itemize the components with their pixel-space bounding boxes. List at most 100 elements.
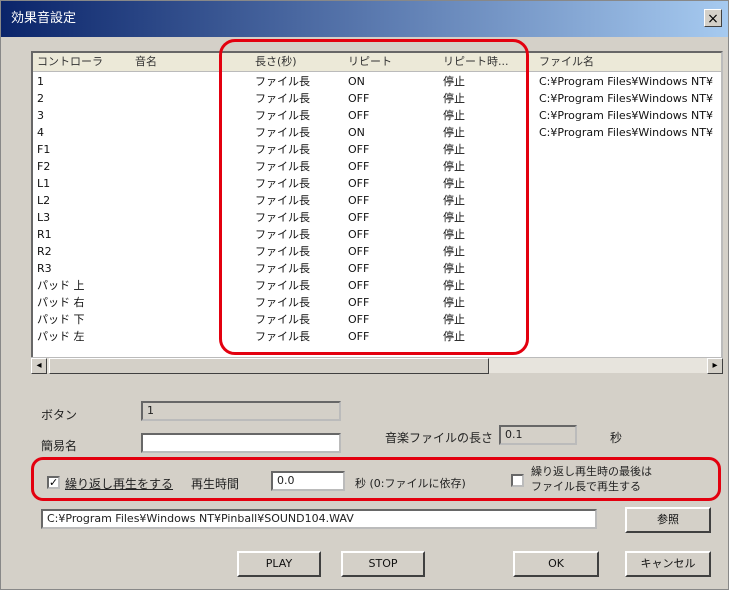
list-row[interactable]: 2 ファイル長 OFF 停止 C:¥Program Files¥Windows NT¥ bbox=[33, 90, 721, 108]
list-row[interactable]: L1 ファイル長 OFF 停止 bbox=[33, 175, 721, 193]
cell-repeat-stop: 停止 bbox=[443, 279, 465, 292]
cell-repeat: OFF bbox=[348, 109, 370, 122]
cell-controller: R1 bbox=[37, 228, 52, 241]
cell-repeat: OFF bbox=[348, 245, 370, 258]
cell-repeat-stop: 停止 bbox=[443, 262, 465, 275]
list-row[interactable]: F1 ファイル長 OFF 停止 bbox=[33, 141, 721, 159]
cell-controller: パッド 左 bbox=[37, 330, 85, 343]
cell-length: ファイル長 bbox=[255, 126, 310, 139]
sound-list[interactable]: コントローラ 音名 長さ(秒) リピート リピート時... ファイル名 1 ファイ… bbox=[31, 51, 723, 371]
cell-controller: R2 bbox=[37, 245, 52, 258]
cell-controller: パッド 右 bbox=[37, 296, 85, 309]
close-button[interactable]: × bbox=[704, 9, 722, 27]
cell-repeat-stop: 停止 bbox=[443, 194, 465, 207]
button-label: ボタン bbox=[41, 408, 78, 422]
cell-length: ファイル長 bbox=[255, 109, 310, 122]
cancel-button[interactable]: キャンセル bbox=[625, 551, 711, 577]
cell-length: ファイル長 bbox=[255, 194, 310, 207]
cell-repeat: OFF bbox=[348, 177, 370, 190]
list-row[interactable]: R3 ファイル長 OFF 停止 bbox=[33, 260, 721, 278]
list-row[interactable]: R1 ファイル長 OFF 停止 bbox=[33, 226, 721, 244]
name-input[interactable] bbox=[141, 433, 341, 453]
cell-repeat: OFF bbox=[348, 228, 370, 241]
play-time-unit: 秒 (0:ファイルに依存) bbox=[355, 477, 466, 490]
ok-button[interactable]: OK bbox=[513, 551, 599, 577]
list-row[interactable]: 1 ファイル長 ON 停止 C:¥Program Files¥Windows NT¥ bbox=[33, 73, 721, 91]
cell-length: ファイル長 bbox=[255, 143, 310, 156]
cell-repeat-stop: 停止 bbox=[443, 75, 465, 88]
button-value-field: 1 bbox=[141, 401, 341, 421]
cell-length: ファイル長 bbox=[255, 330, 310, 343]
cell-controller: F2 bbox=[37, 160, 51, 173]
column-header-filename[interactable]: ファイル名 bbox=[539, 53, 594, 71]
list-row[interactable]: パッド 左 ファイル長 OFF 停止 bbox=[33, 328, 721, 346]
cell-length: ファイル長 bbox=[255, 313, 310, 326]
cell-controller: 1 bbox=[37, 75, 44, 88]
list-row[interactable]: パッド 右 ファイル長 OFF 停止 bbox=[33, 294, 721, 312]
list-row[interactable]: 3 ファイル長 OFF 停止 C:¥Program Files¥Windows NT¥ bbox=[33, 107, 721, 125]
cell-controller: L1 bbox=[37, 177, 51, 190]
column-header-controller[interactable]: コントローラ bbox=[37, 53, 103, 71]
interrupt-label-line1[interactable]: 繰り返し再生時の最後は bbox=[531, 463, 652, 479]
cell-repeat-stop: 停止 bbox=[443, 330, 465, 343]
cell-repeat-stop: 停止 bbox=[443, 143, 465, 156]
cell-length: ファイル長 bbox=[255, 245, 310, 258]
cell-controller: パッド 下 bbox=[37, 313, 85, 326]
cell-length: ファイル長 bbox=[255, 296, 310, 309]
repeat-checkbox-label[interactable]: 繰り返し再生をする bbox=[65, 475, 173, 492]
cell-filename: C:¥Program Files¥Windows NT¥ bbox=[539, 126, 713, 139]
repeat-checkbox[interactable]: ✓ bbox=[47, 476, 60, 489]
list-row[interactable]: R2 ファイル長 OFF 停止 bbox=[33, 243, 721, 261]
cell-repeat: OFF bbox=[348, 194, 370, 207]
scroll-right-button[interactable]: ▸ bbox=[707, 358, 723, 374]
cell-controller: 2 bbox=[37, 92, 44, 105]
sound-effect-dialog: 効果音設定 × コントローラ 音名 長さ(秒) リピート リピート時... ファ… bbox=[0, 0, 729, 590]
sound-length-unit: 秒 bbox=[610, 431, 623, 445]
column-header-length[interactable]: 長さ(秒) bbox=[255, 53, 297, 71]
interrupt-label-line2[interactable]: ファイル長で再生する bbox=[531, 478, 641, 494]
interrupt-checkbox[interactable] bbox=[511, 474, 524, 487]
cell-length: ファイル長 bbox=[255, 211, 310, 224]
window-title: 効果音設定 bbox=[11, 11, 77, 26]
cell-length: ファイル長 bbox=[255, 92, 310, 105]
play-button[interactable]: PLAY bbox=[237, 551, 321, 577]
list-row[interactable]: パッド 下 ファイル長 OFF 停止 bbox=[33, 311, 721, 329]
stop-button[interactable]: STOP bbox=[341, 551, 425, 577]
file-path-input[interactable]: C:¥Program Files¥Windows NT¥Pinball¥SOUN… bbox=[41, 509, 597, 529]
cell-repeat: OFF bbox=[348, 296, 370, 309]
column-header-name[interactable]: 音名 bbox=[135, 53, 157, 71]
cell-repeat-stop: 停止 bbox=[443, 126, 465, 139]
play-time-input[interactable]: 0.0 bbox=[271, 471, 345, 491]
list-row[interactable]: F2 ファイル長 OFF 停止 bbox=[33, 158, 721, 176]
scroll-thumb[interactable] bbox=[49, 358, 489, 374]
cell-controller: 4 bbox=[37, 126, 44, 139]
cell-filename: C:¥Program Files¥Windows NT¥ bbox=[539, 109, 713, 122]
cell-repeat: OFF bbox=[348, 262, 370, 275]
scroll-left-button[interactable]: ◂ bbox=[31, 358, 47, 374]
title-bar: 効果音設定 × bbox=[1, 1, 728, 37]
cell-repeat: OFF bbox=[348, 211, 370, 224]
cell-controller: パッド 上 bbox=[37, 279, 85, 292]
cell-repeat-stop: 停止 bbox=[443, 296, 465, 309]
horizontal-scrollbar[interactable]: ◂ ▸ bbox=[31, 357, 723, 374]
cell-repeat-stop: 停止 bbox=[443, 177, 465, 190]
list-row[interactable]: L3 ファイル長 OFF 停止 bbox=[33, 209, 721, 227]
cell-repeat: ON bbox=[348, 75, 365, 88]
cell-repeat-stop: 停止 bbox=[443, 313, 465, 326]
browse-button[interactable]: 参照 bbox=[625, 507, 711, 533]
list-row[interactable]: 4 ファイル長 ON 停止 C:¥Program Files¥Windows NT¥ bbox=[33, 124, 721, 142]
cell-repeat-stop: 停止 bbox=[443, 228, 465, 241]
cell-filename: C:¥Program Files¥Windows NT¥ bbox=[539, 75, 713, 88]
cell-repeat: OFF bbox=[348, 143, 370, 156]
cell-repeat: OFF bbox=[348, 160, 370, 173]
cell-length: ファイル長 bbox=[255, 177, 310, 190]
cell-length: ファイル長 bbox=[255, 228, 310, 241]
cell-controller: L2 bbox=[37, 194, 51, 207]
column-header-repeat-stop[interactable]: リピート時... bbox=[443, 53, 509, 71]
cell-repeat: OFF bbox=[348, 279, 370, 292]
cell-controller: F1 bbox=[37, 143, 51, 156]
column-header-repeat[interactable]: リピート bbox=[348, 53, 392, 71]
list-row[interactable]: パッド 上 ファイル長 OFF 停止 bbox=[33, 277, 721, 295]
list-row[interactable]: L2 ファイル長 OFF 停止 bbox=[33, 192, 721, 210]
cell-repeat: OFF bbox=[348, 313, 370, 326]
